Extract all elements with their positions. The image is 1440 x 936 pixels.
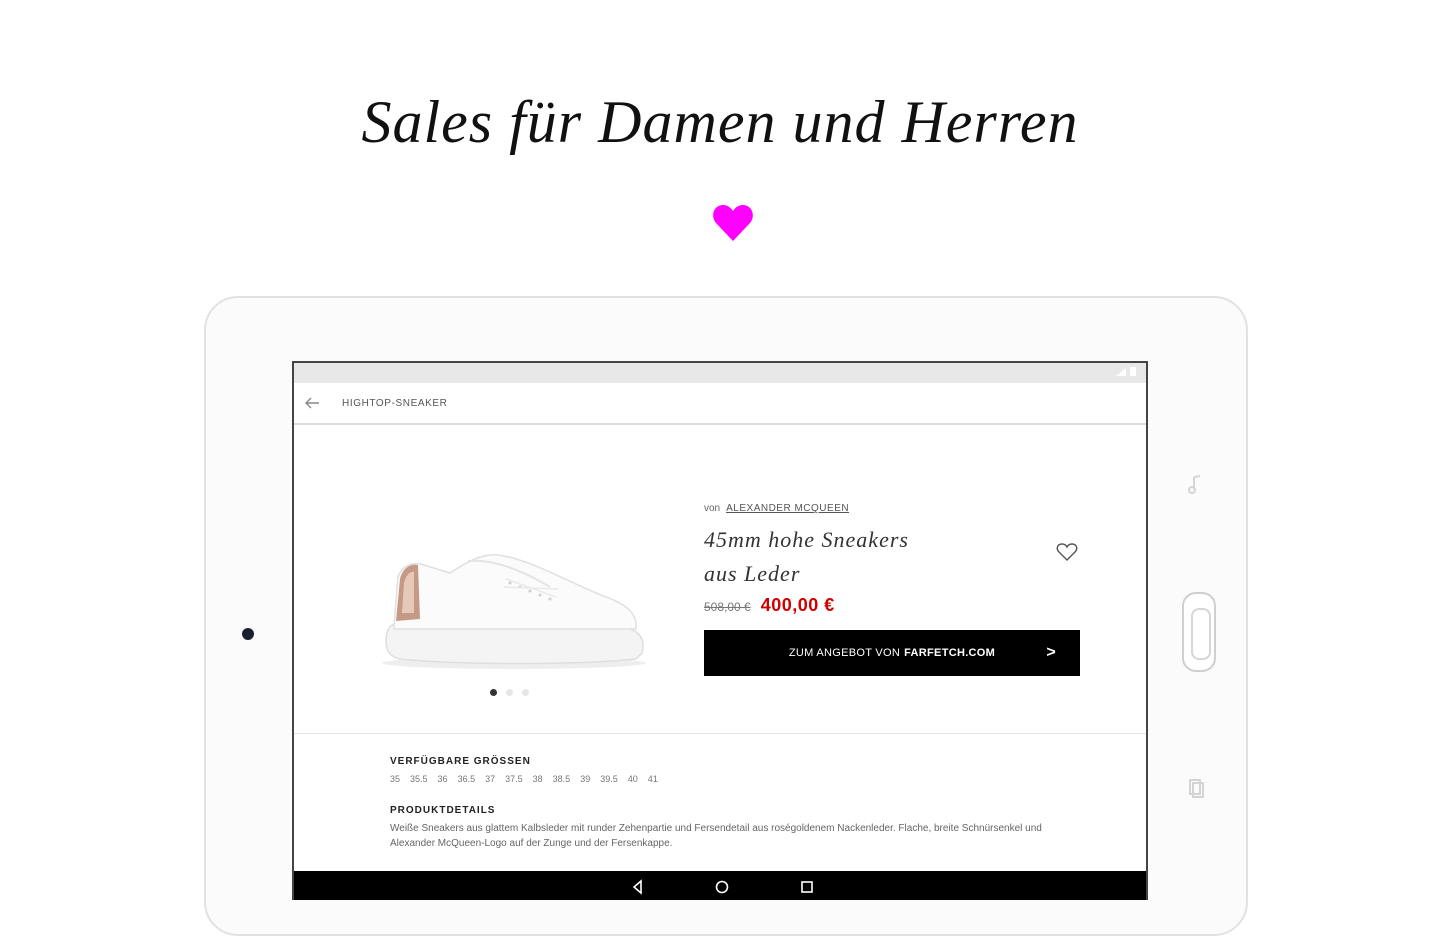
brand-line: von ALEXANDER MCQUEEN [704,503,849,514]
sizes-list: 35 35.5 36 36.5 37 37.5 38 38.5 39 39.5 … [390,774,658,784]
circle-home-icon[interactable] [714,879,730,895]
volume-icon [1188,475,1201,494]
sale-price: 400,00 € [760,595,835,615]
copy-icon [1189,779,1204,798]
product-title: 45mm hohe Sneakers aus Leder [704,523,974,591]
page-title: HIGHTOP-SNEAKER [342,398,448,409]
sizes-heading: VERFÜGBARE GRÖSSEN [390,756,531,767]
size-item[interactable]: 35 [390,774,400,784]
size-item[interactable]: 39 [580,774,590,784]
go-to-offer-button[interactable]: ZUM ANGEBOT VON FARFETCH.COM > [704,630,1080,676]
product-title-line2: aus Leder [704,561,801,586]
size-item[interactable]: 40 [628,774,638,784]
details-text: Weiße Sneakers aus glattem Kalbsleder mi… [390,823,1042,849]
heart-outline-icon[interactable] [1056,541,1078,563]
size-item[interactable]: 38 [533,774,543,784]
back-arrow-icon[interactable] [304,396,320,410]
details-heading: PRODUKTDETAILS [390,805,496,816]
old-price: 508,00 € [704,600,751,614]
size-item[interactable]: 38.5 [553,774,571,784]
size-item[interactable]: 39.5 [600,774,618,784]
product-image[interactable] [380,543,652,673]
page-headline: Sales für Damen und Herren [361,89,1079,155]
pager-dot[interactable] [506,689,513,696]
brand-link[interactable]: ALEXANDER MCQUEEN [726,503,849,514]
offer-site-name: FARFETCH.COM [904,647,996,659]
image-pager[interactable] [490,689,529,696]
signal-icon [1116,367,1126,376]
square-recent-icon[interactable] [799,879,815,895]
size-item[interactable]: 36.5 [458,774,476,784]
tablet-screen: HIGHTOP-SNEAKER von ALEXANDER MCQUEEN 45m… [292,361,1148,900]
pager-dot-active[interactable] [490,689,497,696]
size-item[interactable]: 35.5 [410,774,428,784]
triangle-back-icon[interactable] [630,879,646,895]
size-item[interactable]: 36 [438,774,448,784]
size-item[interactable]: 37 [485,774,495,784]
heart-icon [713,205,753,241]
android-nav-bar [294,871,1146,900]
front-camera [242,628,254,640]
pager-dot[interactable] [522,689,529,696]
by-label: von [704,503,721,514]
battery-icon [1130,367,1136,376]
product-title-line1: 45mm hohe Sneakers [704,527,909,552]
section-divider [294,733,1146,734]
status-bar [294,363,1146,383]
app-bar: HIGHTOP-SNEAKER [294,383,1146,425]
home-button [1182,592,1216,672]
price-row: 508,00 € 400,00 € [704,595,835,616]
size-item[interactable]: 41 [648,774,658,784]
size-item[interactable]: 37.5 [505,774,523,784]
offer-button-label: ZUM ANGEBOT VON [788,647,901,659]
chevron-right-icon: > [1046,644,1056,661]
